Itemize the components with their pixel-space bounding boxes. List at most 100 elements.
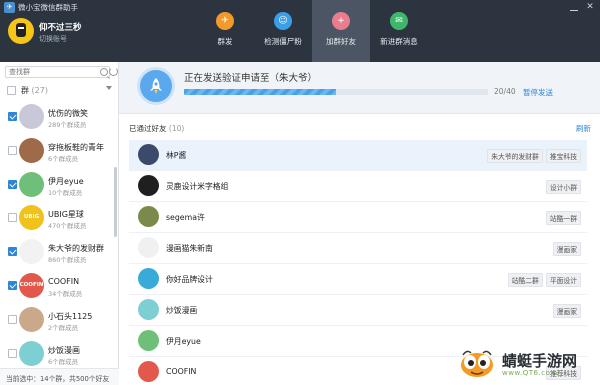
friend-avatar [138,361,159,382]
group-avatar [19,239,44,265]
title-bar: ✈ 微小宝微信群助手 ✕ 仰不过三秒 切换账号 ✈ 群发 ☺ 检测僵尸粉 + 加群好友 ✉ 新… [0,0,600,62]
switch-account-link[interactable]: 切换账号 [39,34,67,44]
friend-list-item[interactable]: 炒饭漫画 漫画家 [129,295,587,326]
group-list-item[interactable]: COOFIN COOFIN 34个群成员 [0,269,119,303]
nav-tab-label: 新进群消息 [380,37,418,46]
group-avatar [19,137,44,163]
app-title: 微小宝微信群助手 [18,3,78,12]
group-name: 穿拖板鞋的青年 [48,142,104,152]
group-tag: 漫画家 [552,242,581,256]
avatar[interactable] [8,18,34,44]
group-list-item[interactable]: 小石头1125 2个群成员 [0,303,119,337]
group-avatar [19,340,44,366]
group-list-item[interactable]: 伊月eyue 10个群成员 [0,168,119,202]
scrollbar[interactable] [114,167,117,237]
friend-list-item[interactable]: 灵鹿设计米字格组 设计小群 [129,171,587,202]
user-name: 仰不过三秒 [39,23,82,33]
nav-tab-1[interactable]: ☺ 检测僵尸粉 [254,0,312,62]
group-tag: 站酷二群 [507,273,543,287]
main-nav: ✈ 群发 ☺ 检测僵尸粉 + 加群好友 ✉ 新进群消息 [196,0,428,62]
passed-friends-count: (10) [168,124,185,133]
nav-tab-label: 加群好友 [326,37,356,46]
refresh-icon[interactable] [109,67,118,76]
friend-list-item[interactable]: segema许 站酷一群 [129,202,587,233]
minimize-icon[interactable] [570,3,578,11]
nav-tab-3[interactable]: ✉ 新进群消息 [370,0,428,62]
friend-avatar [138,206,159,227]
friend-avatar [138,268,159,289]
sending-status: 正在发送验证申请至（朱大爷） [184,73,318,84]
friend-name: COOFIN [166,367,197,376]
group-list-item[interactable]: 炒饭漫画 6个群成员 [0,337,119,371]
nav-tab-0[interactable]: ✈ 群发 [196,0,254,62]
group-list-item[interactable]: UBIG UBIG星球 470个群成员 [0,201,119,235]
group-member-count: 2个群成员 [48,323,79,332]
group-member-count: 470个群成员 [48,222,87,231]
group-checkbox[interactable] [8,348,17,358]
group-name: UBIG星球 [48,210,84,220]
dragonfly-logo [461,350,493,377]
group-search [5,66,110,78]
nav-tab-label: 检测僵尸粉 [264,37,302,46]
friend-list-item[interactable]: 漫画猫朱新南 漫画家 [129,233,587,264]
group-avatar [19,104,44,129]
close-icon[interactable]: ✕ [584,1,596,13]
sending-panel: 正在发送验证申请至（朱大爷） 20/40 暂停发送 [119,62,600,114]
group-header-label: 群 [21,86,29,95]
search-icon[interactable] [100,68,108,76]
friend-name: 伊月eyue [166,337,201,346]
group-avatar [19,306,44,332]
group-avatar: COOFIN [19,272,44,298]
friend-name: 你好品牌设计 [166,275,213,284]
nav-tab-label: 群发 [217,37,233,46]
app-logo-icon: ✈ [4,2,15,13]
group-list-header[interactable]: 群 (27) [7,84,115,98]
friend-list-item[interactable]: 你好品牌设计 站酷二群 平面设计 [129,264,587,295]
selection-summary: 当前选中：14个群，共500个好友 [0,368,119,385]
friend-avatar [138,144,159,165]
group-list-item[interactable]: 忧伤的微笑 289个群成员 [0,100,119,134]
group-name: 忧伤的微笑 [48,109,88,118]
friend-tags: 站酷一群 [545,211,581,225]
main-panel: 正在发送验证申请至（朱大爷） 20/40 暂停发送 已通过好友 (10) 刷新 … [119,62,600,385]
group-avatar [19,171,44,197]
watermark: 蜻蜓手游网 www.QT6.com [455,345,600,385]
group-checkbox[interactable] [8,280,17,290]
group-list-item[interactable]: 穿拖板鞋的青年 6个群成员 [0,134,119,168]
friend-name: 林P酱 [166,151,187,160]
refresh-button[interactable]: 刷新 [576,123,591,134]
group-checkbox[interactable] [8,247,17,257]
group-avatar: UBIG [19,205,44,231]
chevron-down-icon[interactable] [106,86,112,90]
add-friend-icon: + [332,12,350,30]
pause-sending-button[interactable]: 暂停发送 [523,87,553,98]
watermark-text: 蜻蜓手游网 [502,352,578,370]
friend-name: 漫画猫朱新南 [166,244,213,253]
group-name: 朱大爷的发财群 [48,244,104,254]
group-member-count: 860个群成员 [48,256,87,265]
friend-list-item[interactable]: 林P酱 朱大爷的发财群 推宝科技 [129,140,587,171]
group-member-count: 10个群成员 [48,188,83,197]
group-checkbox[interactable] [8,314,17,324]
group-avatar-text: COOFIN [19,281,44,288]
group-checkbox[interactable] [8,145,17,155]
search-input[interactable] [6,67,96,77]
group-list-item[interactable]: 朱大爷的发财群 860个群成员 [0,235,119,269]
group-name: 伊月eyue [48,176,84,186]
group-sidebar: 群 (27) 忧伤的微笑 289个群成员穿拖板鞋的青年6个群成员伊月eyue 10个… [0,62,119,385]
group-list: 忧伤的微笑 289个群成员穿拖板鞋的青年 6个群成员伊月eyue 10个群成员 UBIG… [0,100,119,385]
new-message-icon: ✉ [390,12,408,30]
watermark-url: www.QT6.com [502,369,558,377]
progress-bar [184,89,488,95]
group-checkbox[interactable] [8,179,17,189]
nav-tab-2[interactable]: + 加群好友 [312,0,370,62]
friend-avatar [138,175,159,196]
group-member-count: 289个群成员 [48,121,87,129]
group-tag: 漫画家 [552,304,581,318]
group-tag: 推宝科技 [545,149,581,163]
group-name: 小石头1125 [48,311,93,321]
friend-tags: 设计小群 [545,180,581,194]
group-checkbox[interactable] [8,112,17,121]
group-checkbox[interactable] [8,213,17,223]
select-all-checkbox[interactable] [7,86,16,95]
